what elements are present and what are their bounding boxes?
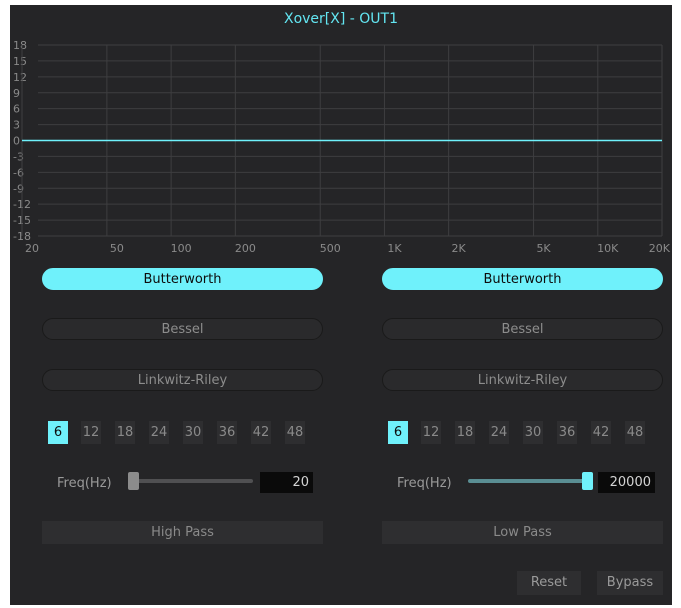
freq-tick-label: 20: [25, 242, 39, 255]
hp-slope-36[interactable]: 36: [217, 421, 237, 444]
hp-slope-48[interactable]: 48: [285, 421, 305, 444]
hp-slope-18[interactable]: 18: [115, 421, 135, 444]
hp-freq-input[interactable]: 20: [260, 472, 313, 493]
lp-slope-36[interactable]: 36: [557, 421, 577, 444]
hp-freq-slider[interactable]: [128, 479, 253, 483]
hp-linkwitz-riley-button[interactable]: Linkwitz-Riley: [42, 369, 323, 391]
low-pass-label: Low Pass: [382, 521, 663, 544]
freq-tick-label: 500: [320, 242, 341, 255]
lp-slope-48[interactable]: 48: [625, 421, 645, 444]
freq-tick-label: 100: [171, 242, 192, 255]
bypass-button[interactable]: Bypass: [597, 571, 663, 595]
hp-freq-slider-thumb[interactable]: [128, 472, 139, 490]
lp-slope-18[interactable]: 18: [455, 421, 475, 444]
lp-freq-slider-thumb[interactable]: [582, 472, 593, 490]
hp-slope-6[interactable]: 6: [48, 421, 68, 444]
db-tick-label: 6: [13, 103, 20, 116]
lp-slope-6[interactable]: 6: [388, 421, 408, 444]
lp-slope-24[interactable]: 24: [489, 421, 509, 444]
lp-freq-slider[interactable]: [468, 479, 593, 483]
db-tick-label: 15: [13, 55, 27, 68]
hp-slope-42[interactable]: 42: [251, 421, 271, 444]
freq-tick-label: 2K: [452, 242, 467, 255]
freq-tick-label: 200: [235, 242, 256, 255]
freq-tick-label: 5K: [536, 242, 551, 255]
hp-slope-24[interactable]: 24: [149, 421, 169, 444]
lp-butterworth-button[interactable]: Butterworth: [382, 268, 663, 290]
db-tick-label: 18: [13, 39, 27, 52]
lp-slope-42[interactable]: 42: [591, 421, 611, 444]
freq-tick-label: 1K: [387, 242, 402, 255]
db-tick-label: 3: [13, 119, 20, 132]
db-tick-label: 9: [13, 87, 20, 100]
freq-tick-label: 50: [110, 242, 124, 255]
lp-bessel-button[interactable]: Bessel: [382, 318, 663, 340]
high-pass-label: High Pass: [42, 521, 323, 544]
lp-freq-input[interactable]: 20000: [598, 472, 655, 493]
hp-slope-30[interactable]: 30: [183, 421, 203, 444]
freq-tick-label: 20K: [649, 242, 671, 255]
hp-bessel-button[interactable]: Bessel: [42, 318, 323, 340]
lp-linkwitz-riley-button[interactable]: Linkwitz-Riley: [382, 369, 663, 391]
hp-slope-12[interactable]: 12: [81, 421, 101, 444]
frequency-response-graph: 1815129630-3-6-9-12-15-1820 50 100 200 500 1K…: [13, 39, 671, 255]
hp-freq-label: Freq(Hz): [57, 476, 112, 491]
reset-button[interactable]: Reset: [517, 571, 581, 595]
lp-slope-30[interactable]: 30: [523, 421, 543, 444]
crossover-window: Xover[X] - OUT1 18 15 12 9 6 3 0 -3 -6 -9 -12 -15 -1…: [10, 5, 672, 605]
db-tick-label: 0: [13, 135, 20, 148]
hp-butterworth-button[interactable]: Butterworth: [42, 268, 323, 290]
freq-tick-label: 10K: [597, 242, 619, 255]
lp-freq-label: Freq(Hz): [397, 476, 452, 491]
lp-slope-12[interactable]: 12: [421, 421, 441, 444]
db-tick-label: 12: [13, 71, 27, 84]
